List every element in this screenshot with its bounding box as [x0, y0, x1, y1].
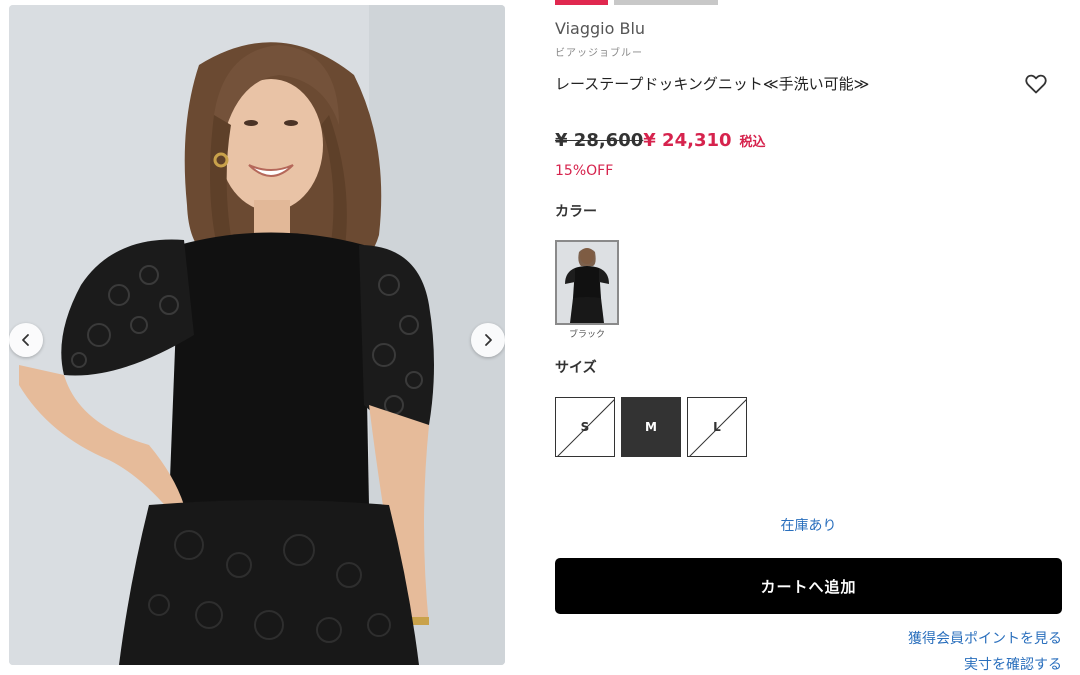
tab-indicator-active[interactable] — [555, 0, 608, 5]
product-title: レーステープドッキングニット≪手洗い可能≫ — [555, 75, 870, 93]
size-option-m[interactable]: M — [621, 397, 681, 457]
size-option-label: S — [580, 420, 590, 434]
color-swatch-black[interactable] — [555, 240, 619, 325]
sale-price: ¥ 24,310 — [643, 130, 732, 151]
product-image-gallery — [9, 5, 505, 665]
gallery-next-button[interactable] — [471, 323, 505, 357]
favorite-button[interactable] — [1022, 70, 1050, 98]
color-section-label: カラー — [555, 204, 597, 220]
measurements-link[interactable]: 実寸を確認する — [964, 654, 1062, 674]
size-option-label: M — [645, 420, 657, 434]
brand-name[interactable]: Viaggio Blu — [555, 19, 645, 38]
tab-indicator[interactable] — [614, 0, 718, 5]
size-option-label: L — [713, 420, 721, 434]
top-tab-indicators — [555, 0, 718, 5]
original-price: ¥ 28,600 — [555, 130, 644, 151]
color-swatch-thumbnail — [557, 242, 617, 323]
gallery-prev-button[interactable] — [9, 323, 43, 357]
color-swatch-label: ブラック — [568, 330, 605, 340]
tax-included-label: 税込 — [739, 135, 766, 150]
stock-status-link[interactable]: 在庫あり — [555, 515, 1062, 535]
price-row: ¥ 28,600 ¥ 24,310 税込 — [555, 130, 766, 151]
product-photo — [9, 5, 505, 665]
size-section-label: サイズ — [555, 360, 597, 376]
size-option-l[interactable]: L — [687, 397, 747, 457]
chevron-left-icon — [22, 334, 29, 346]
discount-badge: 15%OFF — [555, 163, 614, 179]
size-option-s[interactable]: S — [555, 397, 615, 457]
member-points-link[interactable]: 獲得会員ポイントを見る — [908, 628, 1062, 648]
brand-name-kana: ビアッジョブルー — [555, 48, 643, 59]
add-to-cart-button[interactable]: カートへ追加 — [555, 558, 1062, 614]
chevron-right-icon — [485, 334, 492, 346]
heart-outline-icon — [1025, 74, 1047, 94]
